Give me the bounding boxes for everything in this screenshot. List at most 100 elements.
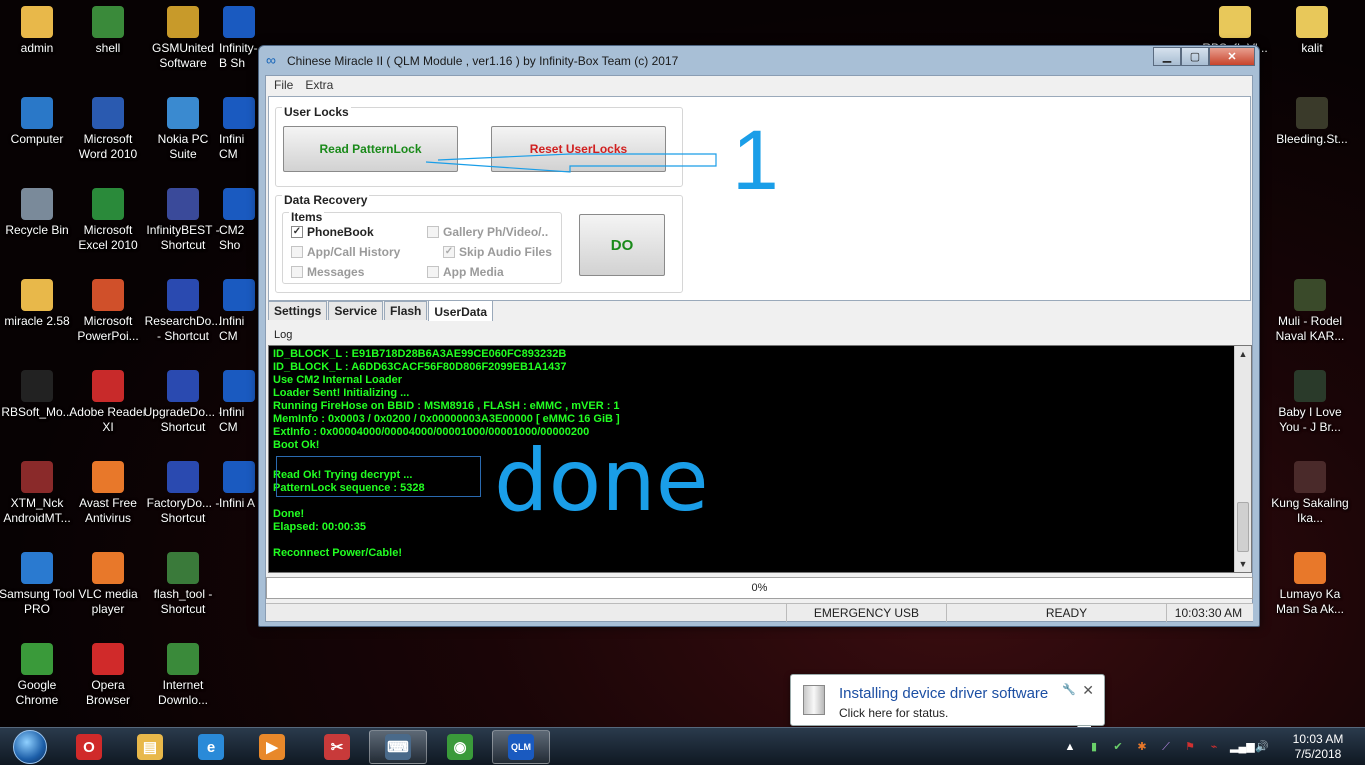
- samsung-tool-icon: [21, 552, 53, 584]
- scroll-down-arrow-icon[interactable]: ▼: [1235, 556, 1251, 572]
- checkbox-app-media[interactable]: App Media: [427, 265, 504, 279]
- menu-extra[interactable]: Extra: [305, 78, 333, 92]
- log-line: Loader Sent! Initializing ...: [273, 387, 410, 399]
- usb-device-icon[interactable]: ▮: [1086, 739, 1102, 755]
- desktop-icon-label: Infini CM: [219, 405, 245, 434]
- start-button[interactable]: [4, 729, 56, 765]
- taskbar-app-opera[interactable]: O: [60, 730, 118, 764]
- desktop-icon-upgradedo-shortcut[interactable]: UpgradeDo... - Shortcut: [143, 364, 223, 435]
- taskbar-app-ie[interactable]: e: [182, 730, 240, 764]
- desktop-icon-adobe-reader-xi[interactable]: Adobe Reader XI: [68, 364, 148, 435]
- desktop-icon-infini-a[interactable]: Infini A: [219, 455, 259, 511]
- close-button[interactable]: ✕: [1209, 47, 1255, 66]
- desktop-icon-microsoft-powerpoi[interactable]: Microsoft PowerPoi...: [68, 273, 148, 344]
- desktop-icon-opera-browser[interactable]: Opera Browser: [68, 637, 148, 708]
- title-bar[interactable]: ∞ Chinese Miracle II ( QLM Module , ver1…: [259, 46, 1259, 74]
- desktop-icon-cm2-sho[interactable]: CM2 Sho: [219, 182, 259, 253]
- taskbar-app-chrome[interactable]: ◉: [431, 730, 489, 764]
- log-line: Elapsed: 00:00:35: [273, 521, 366, 533]
- do-button[interactable]: DO: [579, 214, 665, 276]
- desktop-icon-flash-tool-shortcut[interactable]: flash_tool - Shortcut: [143, 546, 223, 617]
- desktop-icon-computer[interactable]: Computer: [0, 91, 77, 147]
- action-center-icon[interactable]: ⚑: [1182, 739, 1198, 755]
- tab-service[interactable]: Service: [328, 301, 384, 320]
- checkbox-box[interactable]: [291, 266, 303, 278]
- avast-tray-icon[interactable]: ✱: [1134, 739, 1150, 755]
- scroll-up-arrow-icon[interactable]: ▲: [1235, 346, 1251, 362]
- desktop-icon-label: kalit: [1301, 41, 1323, 55]
- notification-close-button[interactable]: ✕: [1082, 682, 1094, 699]
- log-scrollbar[interactable]: ▲ ▼: [1234, 346, 1251, 572]
- checkbox-messages[interactable]: Messages: [291, 265, 364, 279]
- desktop-icon-infini-cm[interactable]: Infini CM: [219, 91, 259, 162]
- menu-file[interactable]: File: [274, 78, 293, 92]
- desktop-icon-muli-rodel-naval-kar[interactable]: Muli - Rodel Naval KAR...: [1270, 273, 1350, 344]
- infinity-icon: [223, 97, 255, 129]
- desktop-icon-infini-cm[interactable]: Infini CM: [219, 273, 259, 344]
- desktop-icon-rbsoft-mo[interactable]: RBSoft_Mo...: [0, 364, 77, 420]
- tab-settings[interactable]: Settings: [268, 301, 328, 320]
- checkbox-skip-audio-files[interactable]: ✓ Skip Audio Files: [443, 245, 552, 259]
- desktop-icon-bleeding-st[interactable]: Bleeding.St...: [1272, 91, 1352, 147]
- desktop-icon-factorydo-shortcut[interactable]: FactoryDo... - Shortcut: [143, 455, 223, 526]
- reset-userlocks-button[interactable]: Reset UserLocks: [491, 126, 666, 172]
- checkbox-app-call-history[interactable]: App/Call History: [291, 245, 400, 259]
- scroll-thumb[interactable]: [1237, 502, 1249, 552]
- taskbar-app-tool[interactable]: ✂: [308, 730, 366, 764]
- feather-icon[interactable]: ⟋: [1158, 739, 1174, 755]
- desktop-icon-microsoft-excel-2010[interactable]: Microsoft Excel 2010: [68, 182, 148, 253]
- taskbar-app-explorer[interactable]: ▤: [121, 730, 179, 764]
- status-state: READY: [946, 604, 1186, 622]
- desktop-icon-samsung-tool-pro[interactable]: Samsung Tool PRO: [0, 546, 77, 617]
- desktop-icon-vlc-media-player[interactable]: VLC media player: [68, 546, 148, 617]
- read-patternlock-button[interactable]: Read PatternLock: [283, 126, 458, 172]
- desktop-icon-baby-i-love-you-j-br[interactable]: Baby I Love You - J Br...: [1270, 364, 1350, 435]
- power-plug-icon[interactable]: ⌁: [1206, 739, 1222, 755]
- desktop-icon-xtm-nck-androidmt[interactable]: XTM_Nck AndroidMT...: [0, 455, 77, 526]
- taskbar-app-qlm[interactable]: QLM: [492, 730, 550, 764]
- desktop-icon-label: ResearchDo... - Shortcut: [144, 314, 222, 343]
- tab-userdata[interactable]: UserData: [428, 300, 494, 321]
- volume-icon[interactable]: 🔊: [1254, 739, 1270, 755]
- desktop-icon-infinitybest-shortcut[interactable]: InfinityBEST - Shortcut: [143, 182, 223, 253]
- desktop-icon-gsmunited-software[interactable]: GSMUnited Software: [143, 0, 223, 71]
- checkbox-box[interactable]: [291, 246, 303, 258]
- taskbar-app-media[interactable]: ▶: [243, 730, 301, 764]
- maximize-button[interactable]: ▢: [1181, 47, 1209, 66]
- clock[interactable]: 10:03 AM 7/5/2018: [1286, 732, 1350, 762]
- desktop-icon-google-chrome[interactable]: Google Chrome: [0, 637, 77, 708]
- log-panel[interactable]: ID_BLOCK_L : E91B718D28B6A3AE99CE060FC89…: [268, 345, 1252, 573]
- checkmark-icon[interactable]: ✓: [291, 226, 303, 238]
- checkbox-gallery-ph-video[interactable]: Gallery Ph/Video/..: [427, 225, 548, 239]
- checkmark-icon[interactable]: ✓: [443, 246, 455, 258]
- desktop-icon-admin[interactable]: admin: [0, 0, 77, 56]
- taskbar-app-keyboard[interactable]: ⌨: [369, 730, 427, 764]
- status-bar: EMERGENCY USB READY 10:03:30 AM: [266, 603, 1253, 622]
- desktop-icon-label: Recycle Bin: [5, 223, 69, 237]
- tab-flash[interactable]: Flash: [384, 301, 428, 320]
- desktop-icon-recycle-bin[interactable]: Recycle Bin: [0, 182, 77, 238]
- desktop-icon-kalit[interactable]: kalit: [1272, 0, 1352, 56]
- desktop-icon-kung-sakaling-ika[interactable]: Kung Sakaling Ika...: [1270, 455, 1350, 526]
- desktop-icon-infinity-b-sh[interactable]: Infinity-B Sh: [219, 0, 259, 71]
- desktop-icon-shell[interactable]: shell: [68, 0, 148, 56]
- driver-install-notification[interactable]: Installing device driver software Click …: [790, 674, 1105, 742]
- desktop-icon-internet-downlo[interactable]: Internet Downlo...: [143, 637, 223, 708]
- desktop-icon-miracle-2-58[interactable]: miracle 2.58: [0, 273, 77, 329]
- checkbox-box[interactable]: [427, 226, 439, 238]
- desktop-icon-microsoft-word-2010[interactable]: Microsoft Word 2010: [68, 91, 148, 162]
- desktop-icon-avast-free-antivirus[interactable]: Avast Free Antivirus: [68, 455, 148, 526]
- desktop-icon-label: Infinity-B Sh: [219, 41, 258, 70]
- desktop-icon-infini-cm[interactable]: Infini CM: [219, 364, 259, 435]
- signal-icon[interactable]: ▂▄▆: [1230, 739, 1255, 755]
- minimize-button[interactable]: ▁: [1153, 47, 1181, 66]
- checkbox-phonebook[interactable]: ✓ PhoneBook: [291, 225, 374, 239]
- checkbox-box[interactable]: [427, 266, 439, 278]
- desktop-icon-researchdo-shortcut[interactable]: ResearchDo... - Shortcut: [143, 273, 223, 344]
- safely-remove-icon[interactable]: ✔: [1110, 739, 1126, 755]
- desktop-icon-nokia-pc-suite[interactable]: Nokia PC Suite: [143, 91, 223, 162]
- arrow-up-icon[interactable]: ▲: [1062, 739, 1078, 755]
- opera-icon: [92, 643, 124, 675]
- desktop-icon-lumayo-ka-man-sa-ak[interactable]: Lumayo Ka Man Sa Ak...: [1270, 546, 1350, 617]
- log-line: Done!: [273, 508, 305, 520]
